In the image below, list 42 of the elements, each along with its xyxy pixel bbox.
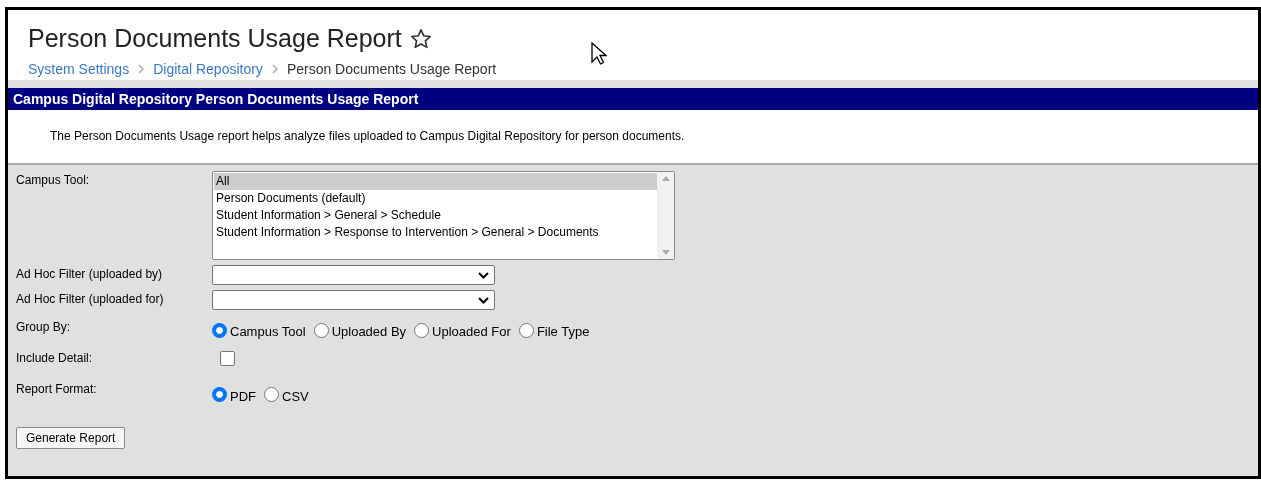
field-label: Campus Tool:	[16, 172, 91, 189]
listbox-option[interactable]: Student Information > General > Schedule	[214, 207, 657, 224]
field-label: Group By:	[16, 319, 72, 336]
radio-button[interactable]	[212, 387, 227, 403]
generate-report-button[interactable]: Generate Report	[16, 427, 126, 449]
radio-button[interactable]	[313, 322, 329, 338]
scroll-down-icon[interactable]	[661, 250, 670, 255]
page-title: Person Documents Usage Report	[28, 23, 402, 54]
chevron-icon	[137, 64, 146, 74]
chevron-icon	[270, 64, 279, 74]
listbox-option[interactable]: All	[214, 173, 657, 190]
chevron-down-icon	[478, 296, 489, 304]
radio-button[interactable]	[212, 322, 227, 338]
checkbox[interactable]	[220, 350, 235, 366]
filter-dropdown[interactable]	[212, 290, 495, 310]
scrollbar[interactable]	[657, 172, 674, 259]
campus-tool-listbox[interactable]: All Person Documents (default) Student Information > General > Schedule Student Information > Response to Intervention > General > Documents	[212, 171, 675, 260]
breadcrumb-current: Person Documents Usage Report	[286, 59, 497, 79]
radio-button[interactable]	[518, 322, 534, 338]
field-label: Ad Hoc Filter (uploaded for)	[16, 291, 165, 308]
breadcrumb-link[interactable]: Digital Repository	[153, 58, 263, 80]
field-label: Include Detail:	[16, 349, 94, 367]
chevron-down-icon	[478, 271, 489, 279]
listbox-option[interactable]: Person Documents (default)	[214, 190, 657, 207]
radio-label[interactable]: CSV	[282, 386, 309, 406]
radio-button[interactable]	[264, 387, 279, 403]
radio-button[interactable]	[414, 322, 430, 338]
radio-label[interactable]: Campus Tool	[230, 322, 306, 342]
scroll-up-icon[interactable]	[661, 176, 670, 181]
radio-label[interactable]: Uploaded For	[432, 322, 511, 342]
breadcrumb-link[interactable]: System Settings	[28, 58, 130, 80]
listbox-option[interactable]: Student Information > Response to Intervention > General > Documents	[214, 224, 657, 241]
star-icon[interactable]	[409, 27, 432, 50]
radio-label[interactable]: File Type	[536, 322, 590, 342]
filter-dropdown[interactable]	[212, 265, 495, 285]
radio-label[interactable]: PDF	[230, 386, 256, 406]
field-label: Report Format:	[16, 380, 98, 398]
panel-title: Campus Digital Repository Person Documents Usage Report	[13, 89, 419, 109]
mouse-cursor-icon	[591, 42, 607, 66]
report-description: The Person Documents Usage report helps analyze files uploaded to Campus Digital Repository for person documents.	[50, 129, 685, 143]
field-label: Ad Hoc Filter (uploaded by)	[16, 266, 164, 283]
radio-label[interactable]: Uploaded By	[331, 322, 407, 342]
